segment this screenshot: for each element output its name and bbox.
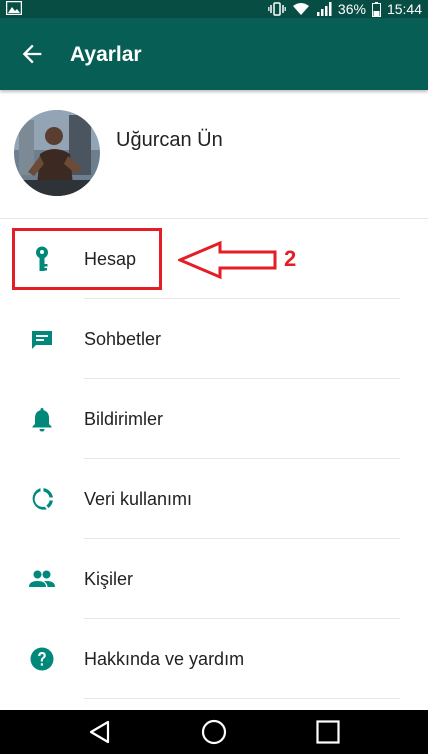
menu-item-label: Veri kullanımı	[84, 489, 193, 509]
back-icon[interactable]	[86, 718, 114, 746]
menu-item-notifications[interactable]: Bildirimler	[0, 379, 428, 459]
menu-item-label: Hakkında ve yardım	[84, 649, 245, 669]
menu-item-data-usage[interactable]: Veri kullanımı	[0, 459, 428, 539]
home-icon[interactable]	[200, 718, 228, 746]
divider	[84, 698, 400, 699]
menu-item-chats[interactable]: Sohbetler	[0, 299, 428, 379]
chat-icon	[32, 331, 52, 349]
battery-icon	[371, 1, 381, 17]
signal-icon	[316, 2, 332, 16]
avatar-photo	[14, 110, 100, 196]
clock: 15:44	[386, 1, 422, 17]
menu-item-help[interactable]: Hakkında ve yardım	[0, 619, 428, 699]
app-bar: Ayarlar	[0, 18, 428, 90]
arrow-left-icon[interactable]	[18, 40, 46, 68]
annotation-highlight-box	[12, 228, 162, 290]
vibrate-icon	[268, 2, 286, 16]
bell-icon	[32, 408, 52, 432]
profile-row[interactable]: Uğurcan Ün	[0, 90, 428, 218]
wifi-icon	[292, 3, 309, 15]
menu-item-contacts[interactable]: Kişiler	[0, 539, 428, 619]
avatar[interactable]	[14, 110, 100, 196]
page-title: Ayarlar	[70, 43, 142, 66]
annotation-number: 2	[284, 246, 297, 271]
navigation-bar	[0, 710, 428, 754]
annotation-arrow-icon	[178, 240, 277, 280]
status-indicators: 36% 15:44	[268, 0, 422, 18]
gallery-icon	[6, 1, 22, 15]
battery-percent: 36%	[337, 1, 366, 17]
help-icon	[30, 647, 54, 671]
status-bar: 36% 15:44	[0, 0, 428, 18]
menu-item-label: Kişiler	[84, 569, 134, 589]
menu-item-label: Bildirimler	[84, 409, 164, 429]
recents-icon[interactable]	[314, 718, 342, 746]
data-usage-icon	[32, 488, 53, 510]
profile-name: Uğurcan Ün	[116, 129, 223, 151]
contacts-icon	[29, 570, 55, 587]
menu-item-label: Sohbetler	[84, 329, 162, 349]
